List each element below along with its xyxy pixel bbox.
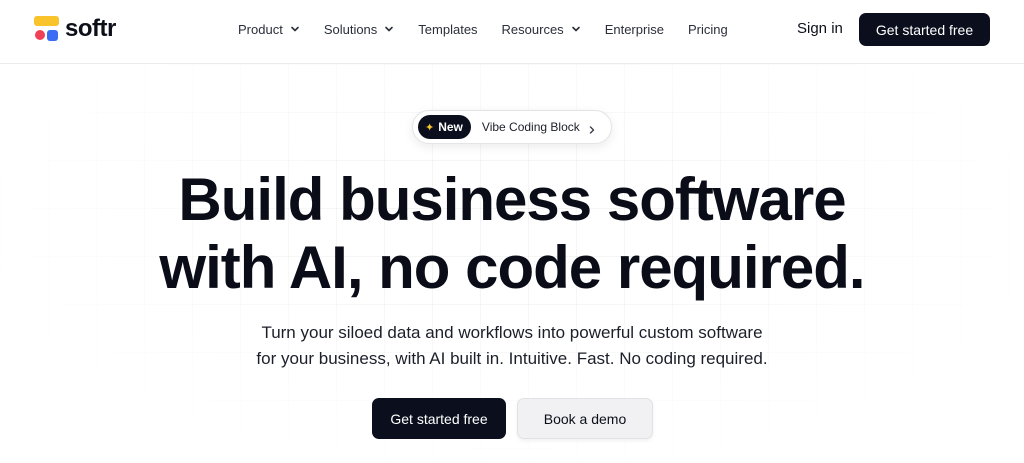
hero-headline: Build business software with AI, no code… [0,166,1024,302]
nav-item-label: Resources [501,21,564,37]
hero-subtitle: Turn your siloed data and workflows into… [0,320,1024,372]
logo-text: softr [65,15,116,42]
nav-item-label: Product [238,21,283,37]
subtitle-line-1: Turn your siloed data and workflows into… [261,323,763,342]
new-pill-label: New [438,120,463,134]
sign-in-link[interactable]: Sign in [797,20,843,37]
chevron-down-icon [384,24,394,34]
softr-logo[interactable]: softr [34,16,116,42]
headline-line-2: with AI, no code required. [159,234,865,301]
nav-item-enterprise[interactable]: Enterprise [605,22,664,37]
main-nav: Product Solutions Templates Resources En… [238,20,752,38]
chevron-down-icon [290,24,300,34]
nav-item-label: Pricing [687,21,728,37]
nav-item-label: Templates [418,21,478,37]
announcement-badge[interactable]: ✦ New Vibe Coding Block [412,110,612,144]
headline-line-1: Build business software [178,166,846,233]
nav-item-pricing[interactable]: Pricing [688,22,728,37]
announcement-text: Vibe Coding Block [481,120,580,134]
softr-logo-icon [34,16,60,42]
nav-item-resources[interactable]: Resources [502,22,581,37]
site-header: softr Product Solutions Templates Resour… [0,0,1024,64]
nav-item-label: Enterprise [604,21,664,37]
nav-item-solutions[interactable]: Solutions [324,22,394,37]
nav-item-product[interactable]: Product [238,22,300,37]
subtitle-line-2: for your business, with AI built in. Int… [256,349,768,368]
chevron-right-icon [588,122,596,134]
nav-item-label: Solutions [323,21,378,37]
new-pill: ✦ New [418,115,471,139]
nav-item-templates[interactable]: Templates [418,22,477,37]
sparkle-icon: ✦ [425,121,435,134]
get-started-button[interactable]: Get started free [372,398,506,439]
chevron-down-icon [571,24,581,34]
get-started-button-header[interactable]: Get started free [859,13,990,46]
book-demo-button[interactable]: Book a demo [517,398,653,439]
